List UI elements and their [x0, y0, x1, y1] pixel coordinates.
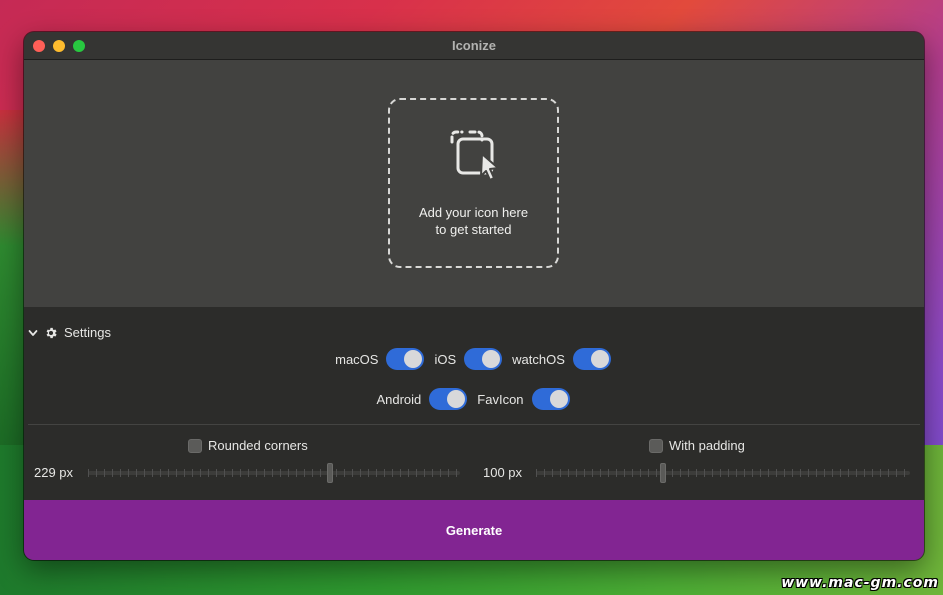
macos-toggle[interactable] [386, 348, 425, 370]
with-padding-checkbox[interactable] [649, 438, 663, 453]
android-label: Android [376, 391, 422, 407]
window-title: Iconize [451, 38, 497, 53]
favicon-toggle[interactable] [531, 388, 570, 410]
slider-ticks [536, 469, 910, 477]
slider-ticks [88, 469, 460, 477]
zoom-window-button[interactable] [73, 40, 85, 52]
close-window-button[interactable] [33, 40, 45, 52]
macos-label: macOS [335, 351, 379, 367]
corner-radius-value: 229 px [34, 465, 74, 480]
dropzone-text: Add your icon here to get started [419, 204, 528, 238]
traffic-lights [33, 40, 85, 52]
chevron-down-icon [28, 329, 38, 336]
toggle-knob [549, 390, 568, 408]
ios-toggle[interactable] [464, 348, 503, 370]
watchos-label: watchOS [512, 351, 565, 367]
android-toggle[interactable] [429, 388, 468, 410]
toggle-knob [404, 350, 423, 368]
gear-icon [46, 327, 57, 338]
with-padding-option[interactable]: With padding [649, 438, 745, 453]
title-bar[interactable]: Iconize [24, 32, 924, 60]
padding-value: 100 px [483, 465, 523, 480]
image-add-icon [450, 130, 499, 181]
platform-toggles-row-2: Android FavIcon [24, 388, 924, 410]
settings-disclosure[interactable]: Settings [28, 325, 111, 340]
settings-divider [28, 424, 920, 425]
watchos-toggle[interactable] [572, 348, 611, 370]
toggle-knob [447, 390, 466, 408]
generate-label: Generate [445, 522, 503, 538]
watermark: www.mac-gm.com [781, 575, 939, 591]
with-padding-label: With padding [669, 438, 745, 453]
settings-panel: Settings macOS iOS watchOS Android FavIc… [24, 307, 924, 500]
corner-radius-slider[interactable] [88, 463, 460, 483]
platform-toggles-row-1: macOS iOS watchOS [24, 348, 924, 370]
dropzone-line-1: Add your icon here [418, 205, 529, 220]
corner-radius-slider-thumb[interactable] [326, 463, 333, 483]
settings-label: Settings [64, 325, 111, 340]
rounded-corners-checkbox[interactable] [188, 438, 202, 453]
favicon-label: FavIcon [477, 391, 524, 407]
toggle-knob [482, 350, 501, 368]
generate-button[interactable]: Generate [24, 500, 924, 560]
dropzone-line-2: to get started [435, 222, 512, 237]
minimize-window-button[interactable] [53, 40, 65, 52]
padding-slider[interactable] [536, 463, 910, 483]
rounded-corners-option[interactable]: Rounded corners [188, 438, 308, 453]
toggle-knob [590, 350, 609, 368]
rounded-corners-label: Rounded corners [208, 438, 308, 453]
padding-slider-thumb[interactable] [660, 463, 667, 483]
drop-area: Add your icon here to get started [24, 60, 924, 307]
ios-label: iOS [434, 351, 457, 367]
app-window: Iconize Add your icon here to get starte… [24, 32, 924, 560]
icon-dropzone[interactable]: Add your icon here to get started [388, 98, 559, 268]
